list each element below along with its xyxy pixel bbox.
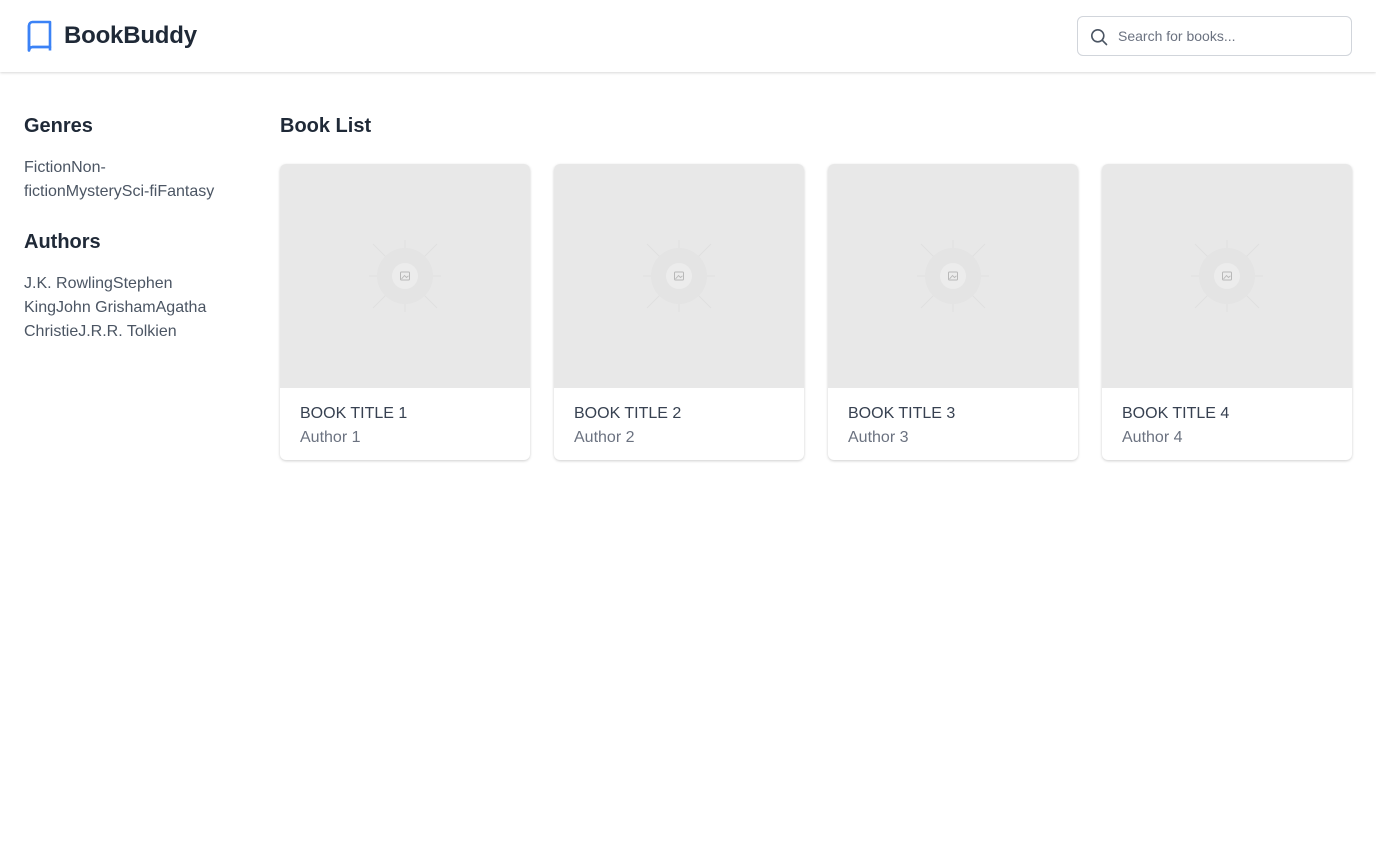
- search-box: [1077, 16, 1352, 56]
- genres-list: FictionNon-fictionMysterySci-fiFantasy: [24, 156, 219, 204]
- genres-section: Genres FictionNon-fictionMysterySci-fiFa…: [24, 112, 224, 204]
- brand-name: BookBuddy: [64, 22, 197, 49]
- image-placeholder-icon: [365, 236, 445, 316]
- main-content: Book List BOOK TITLE 1 Author 1 BOOK TIT…: [280, 112, 1352, 460]
- book-author: Author 2: [574, 429, 635, 446]
- book-title: Book Title 3: [848, 405, 956, 422]
- book-grid: Book Title 1 Author 1: [280, 164, 1352, 460]
- genre-link-fiction[interactable]: Fiction: [24, 159, 71, 176]
- image-placeholder-icon: [913, 236, 993, 316]
- author-link-grisham[interactable]: John Grisham: [56, 299, 156, 316]
- book-icon: [24, 19, 54, 53]
- book-cover: [828, 164, 1078, 388]
- genre-link-sci-fi[interactable]: Sci-fi: [122, 183, 158, 200]
- book-cover: [280, 164, 530, 388]
- author-link-tolkien[interactable]: J.R.R. Tolkien: [78, 323, 176, 340]
- authors-section: Authors J.K. RowlingStephen KingJohn Gri…: [24, 228, 224, 344]
- brand-link[interactable]: BookBuddy: [24, 19, 197, 53]
- book-card-body: Book Title 3 Author 3: [828, 388, 1078, 450]
- search-input[interactable]: [1078, 17, 1351, 55]
- image-placeholder-icon: [639, 236, 719, 316]
- genre-link-fantasy[interactable]: Fantasy: [157, 183, 214, 200]
- book-card[interactable]: Book Title 1 Author 1: [280, 164, 530, 460]
- genre-link-mystery[interactable]: Mystery: [66, 183, 122, 200]
- author-link-rowling[interactable]: J.K. Rowling: [24, 275, 113, 292]
- page-title: Book List: [280, 115, 372, 137]
- book-author: Author 3: [848, 429, 909, 446]
- sidebar: Genres FictionNon-fictionMysterySci-fiFa…: [24, 112, 224, 368]
- authors-list: J.K. RowlingStephen KingJohn GrishamAgat…: [24, 272, 219, 344]
- book-card-body: Book Title 2 Author 2: [554, 388, 804, 450]
- book-title: Book Title 4: [1122, 405, 1230, 422]
- top-header: BookBuddy: [0, 0, 1376, 72]
- image-placeholder-icon: [1187, 236, 1267, 316]
- book-author: Author 1: [300, 429, 361, 446]
- book-cover: [1102, 164, 1352, 388]
- book-card-body: Book Title 1 Author 1: [280, 388, 530, 450]
- book-author: Author 4: [1122, 429, 1183, 446]
- book-card-body: Book Title 4 Author 4: [1102, 388, 1352, 450]
- book-card[interactable]: Book Title 2 Author 2: [554, 164, 804, 460]
- authors-heading: Authors: [24, 231, 101, 253]
- book-cover: [554, 164, 804, 388]
- book-card[interactable]: Book Title 4 Author 4: [1102, 164, 1352, 460]
- book-title: Book Title 1: [300, 405, 408, 422]
- genres-heading: Genres: [24, 115, 93, 137]
- book-title: Book Title 2: [574, 405, 682, 422]
- book-card[interactable]: Book Title 3 Author 3: [828, 164, 1078, 460]
